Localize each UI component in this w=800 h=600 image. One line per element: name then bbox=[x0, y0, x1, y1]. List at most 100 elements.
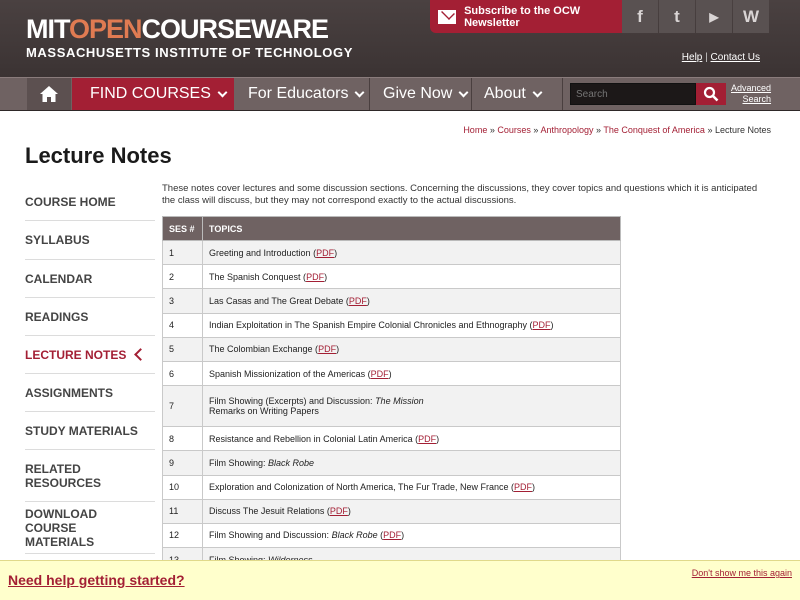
pdf-link[interactable]: PDF bbox=[349, 296, 367, 306]
topic-text: ) bbox=[436, 433, 440, 444]
pdf-link[interactable]: PDF bbox=[418, 434, 436, 444]
sidebar-item-lecture-notes[interactable]: Lecture Notes bbox=[25, 336, 155, 374]
sidebar-item-assignments[interactable]: Assignments bbox=[25, 374, 155, 412]
topic-text: Discuss The Jesuit Relations ( bbox=[209, 506, 330, 517]
table-row: 12 Film Showing and Discussion: Black Rob… bbox=[162, 522, 621, 549]
topic-text: ) bbox=[401, 530, 405, 541]
help-link[interactable]: Help bbox=[682, 52, 703, 63]
nav-divider bbox=[471, 78, 472, 110]
topic-cell: Exploration and Colonization of North Am… bbox=[202, 474, 621, 500]
newsletter-label: Subscribe to the OCW Newsletter bbox=[464, 4, 581, 29]
sidebar-item-download[interactable]: Download Course Materials bbox=[25, 502, 155, 554]
ocw-logo[interactable]: MITOPENCOURSEWARE bbox=[26, 14, 330, 44]
topic-cell: Resistance and Rebellion in Colonial Lat… bbox=[202, 426, 621, 452]
sidebar-item-calendar[interactable]: Calendar bbox=[25, 260, 155, 298]
topic-text: Indian Exploitation in The Spanish Empir… bbox=[209, 320, 533, 331]
nav-divider bbox=[562, 78, 563, 110]
sidebar-item-readings[interactable]: Readings bbox=[25, 298, 155, 336]
table-row: 10 Exploration and Colonization of North … bbox=[162, 474, 621, 500]
search-button[interactable] bbox=[696, 83, 726, 105]
topic-cell: Film Showing: Black Robe bbox=[202, 450, 621, 476]
topic-text: ) bbox=[334, 247, 338, 258]
topic-text: ) bbox=[366, 295, 370, 306]
pdf-link[interactable]: PDF bbox=[383, 530, 401, 540]
help-bar: Need help getting started? Don't show me… bbox=[0, 560, 800, 600]
advanced-search-link[interactable]: Advanced Search bbox=[731, 83, 771, 105]
topic-text: Remarks on Writing Papers bbox=[209, 406, 319, 417]
top-links: Help | Contact Us bbox=[681, 52, 760, 63]
sidebar-item-syllabus[interactable]: Syllabus bbox=[25, 221, 155, 260]
topic-cell: Film Showing (Excerpts) and Discussion: … bbox=[202, 385, 621, 428]
table-row: 3 Las Casas and The Great Debate (PDF) bbox=[162, 288, 621, 314]
breadcrumb-anthropology[interactable]: Anthropology bbox=[540, 125, 593, 135]
session-number: 7 bbox=[162, 385, 203, 428]
table-row: 7 Film Showing (Excerpts) and Discussion:… bbox=[162, 385, 621, 428]
breadcrumb-course[interactable]: The Conquest of America bbox=[603, 125, 705, 135]
session-number: 3 bbox=[162, 288, 203, 314]
sidebar-item-study-materials[interactable]: Study Materials bbox=[25, 412, 155, 450]
session-number: 2 bbox=[162, 264, 203, 290]
breadcrumb-home[interactable]: Home bbox=[463, 125, 487, 135]
pdf-link[interactable]: PDF bbox=[330, 506, 348, 516]
session-number: 8 bbox=[162, 426, 203, 452]
youtube-icon[interactable]: ▶ bbox=[696, 0, 732, 33]
pdf-link[interactable]: PDF bbox=[306, 272, 324, 282]
topic-text: Spanish Missionization of the Americas ( bbox=[209, 368, 371, 379]
logo-courseware: COURSEWARE bbox=[141, 14, 330, 44]
session-number: 12 bbox=[162, 522, 203, 549]
twitter-icon[interactable]: t bbox=[659, 0, 695, 33]
table-row: 2 The Spanish Conquest (PDF) bbox=[162, 264, 621, 290]
help-getting-started-link[interactable]: Need help getting started? bbox=[8, 572, 185, 588]
topic-cell: The Colombian Exchange (PDF) bbox=[202, 336, 621, 362]
topic-text: Resistance and Rebellion in Colonial Lat… bbox=[209, 433, 419, 444]
pdf-link[interactable]: PDF bbox=[371, 369, 389, 379]
wordpress-icon[interactable]: W bbox=[733, 0, 769, 33]
intro-text: These notes cover lectures and some disc… bbox=[162, 183, 758, 206]
table-body: 1 Greeting and Introduction (PDF) 2 The Spa… bbox=[162, 239, 621, 573]
site-header: MITOPENCOURSEWARE MASSACHUSETTS INSTITUT… bbox=[0, 0, 800, 77]
pdf-link[interactable]: PDF bbox=[514, 482, 532, 492]
chevron-down-icon bbox=[217, 87, 228, 97]
topic-title: Black Robe bbox=[268, 457, 315, 468]
chevron-down-icon bbox=[355, 87, 365, 97]
nav-give-now[interactable]: Give Now bbox=[383, 78, 469, 110]
topic-text: Film Showing and Discussion: bbox=[209, 530, 332, 541]
topic-cell: Las Casas and The Great Debate (PDF) bbox=[202, 288, 621, 314]
pdf-link[interactable]: PDF bbox=[533, 320, 551, 330]
table-row: 5 The Colombian Exchange (PDF) bbox=[162, 336, 621, 362]
topic-title: Black Robe bbox=[331, 530, 378, 541]
session-number: 5 bbox=[162, 336, 203, 362]
pdf-link[interactable]: PDF bbox=[318, 344, 336, 354]
logo-open: OPEN bbox=[69, 14, 143, 44]
topic-text: ) bbox=[388, 368, 392, 379]
topic-text: ) bbox=[531, 482, 535, 493]
facebook-icon[interactable]: f bbox=[622, 0, 658, 33]
session-number: 10 bbox=[162, 474, 203, 500]
pdf-link[interactable]: PDF bbox=[316, 248, 334, 258]
nav-about[interactable]: About bbox=[484, 78, 543, 110]
topic-cell: Film Showing and Discussion: Black Robe … bbox=[202, 522, 621, 549]
topic-title: The Mission bbox=[375, 396, 424, 407]
table-header-row: SES # TOPICS bbox=[162, 216, 621, 241]
breadcrumb-current: Lecture Notes bbox=[714, 125, 771, 135]
search-input[interactable] bbox=[570, 83, 696, 105]
sidebar-item-related-resources[interactable]: Related Resources bbox=[25, 450, 155, 502]
topic-text: ) bbox=[336, 344, 340, 355]
table-row: 1 Greeting and Introduction (PDF) bbox=[162, 239, 621, 266]
home-button[interactable] bbox=[27, 78, 71, 110]
nav-divider bbox=[369, 78, 370, 110]
chevron-left-icon bbox=[134, 348, 147, 361]
topic-text: Film Showing: bbox=[209, 457, 269, 468]
breadcrumb-courses[interactable]: Courses bbox=[497, 125, 531, 135]
newsletter-button[interactable]: Subscribe to the OCW Newsletter bbox=[430, 0, 622, 33]
nav-find-courses[interactable]: FIND COURSES bbox=[72, 78, 234, 110]
lecture-table: SES # TOPICS 1 Greeting and Introduction … bbox=[162, 216, 621, 573]
course-sidebar: Course Home Syllabus Calendar Readings L… bbox=[25, 183, 155, 554]
sidebar-item-course-home[interactable]: Course Home bbox=[25, 183, 155, 221]
contact-link[interactable]: Contact Us bbox=[711, 52, 760, 63]
home-icon bbox=[40, 86, 58, 102]
dont-show-again-link[interactable]: Don't show me this again bbox=[692, 568, 792, 578]
topic-text: ) bbox=[347, 506, 351, 517]
nav-for-educators[interactable]: For Educators bbox=[248, 78, 365, 110]
topic-text: ) bbox=[324, 271, 328, 282]
